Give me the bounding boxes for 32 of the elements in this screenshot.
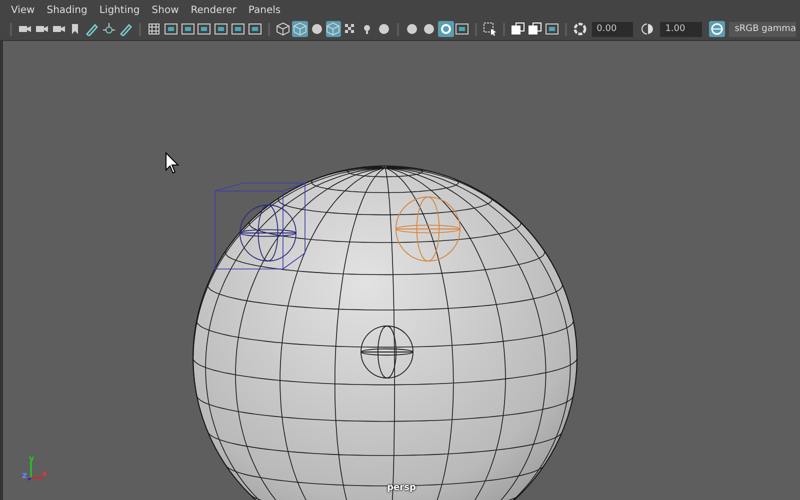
wireframe-sphere-selected <box>396 196 460 262</box>
gamma-field[interactable]: 1.00 <box>660 22 702 37</box>
menu-item[interactable]: Shading <box>42 2 92 18</box>
menu-item[interactable]: Lighting <box>94 2 145 18</box>
menu-item[interactable]: Renderer <box>186 2 242 18</box>
color-space-field[interactable]: sRGB gamma <box>728 22 796 37</box>
cube-icon[interactable] <box>292 21 308 38</box>
cube-icon[interactable] <box>274 21 291 38</box>
cube-icon[interactable] <box>326 21 342 38</box>
gate-icon[interactable] <box>544 21 560 38</box>
gate-icon[interactable] <box>213 21 230 38</box>
menu-item[interactable]: Show <box>146 2 184 18</box>
pencil-icon[interactable] <box>84 21 100 38</box>
select-icon[interactable] <box>482 21 498 38</box>
grid-icon[interactable] <box>146 21 162 38</box>
gate-icon[interactable] <box>247 21 263 38</box>
gate-icon[interactable] <box>196 21 212 38</box>
exposure-field[interactable]: 0.00 <box>592 22 634 37</box>
gate-icon[interactable] <box>230 21 246 38</box>
gate-icon[interactable] <box>180 21 196 38</box>
aperture-icon[interactable] <box>572 21 588 38</box>
gate-icon[interactable] <box>162 21 179 38</box>
menu-item[interactable]: View <box>6 2 40 18</box>
axis-indicator: y z x <box>21 454 51 484</box>
menu-item[interactable]: Panels <box>243 2 286 18</box>
wireframe-sphere-small <box>360 326 414 378</box>
cursor-icon <box>166 152 180 174</box>
ring-icon[interactable] <box>438 21 454 38</box>
pencil-icon[interactable] <box>118 21 134 38</box>
wireframe-sphere-small <box>240 204 296 262</box>
color-management-icon[interactable] <box>708 21 725 38</box>
gate-icon[interactable] <box>454 21 470 38</box>
